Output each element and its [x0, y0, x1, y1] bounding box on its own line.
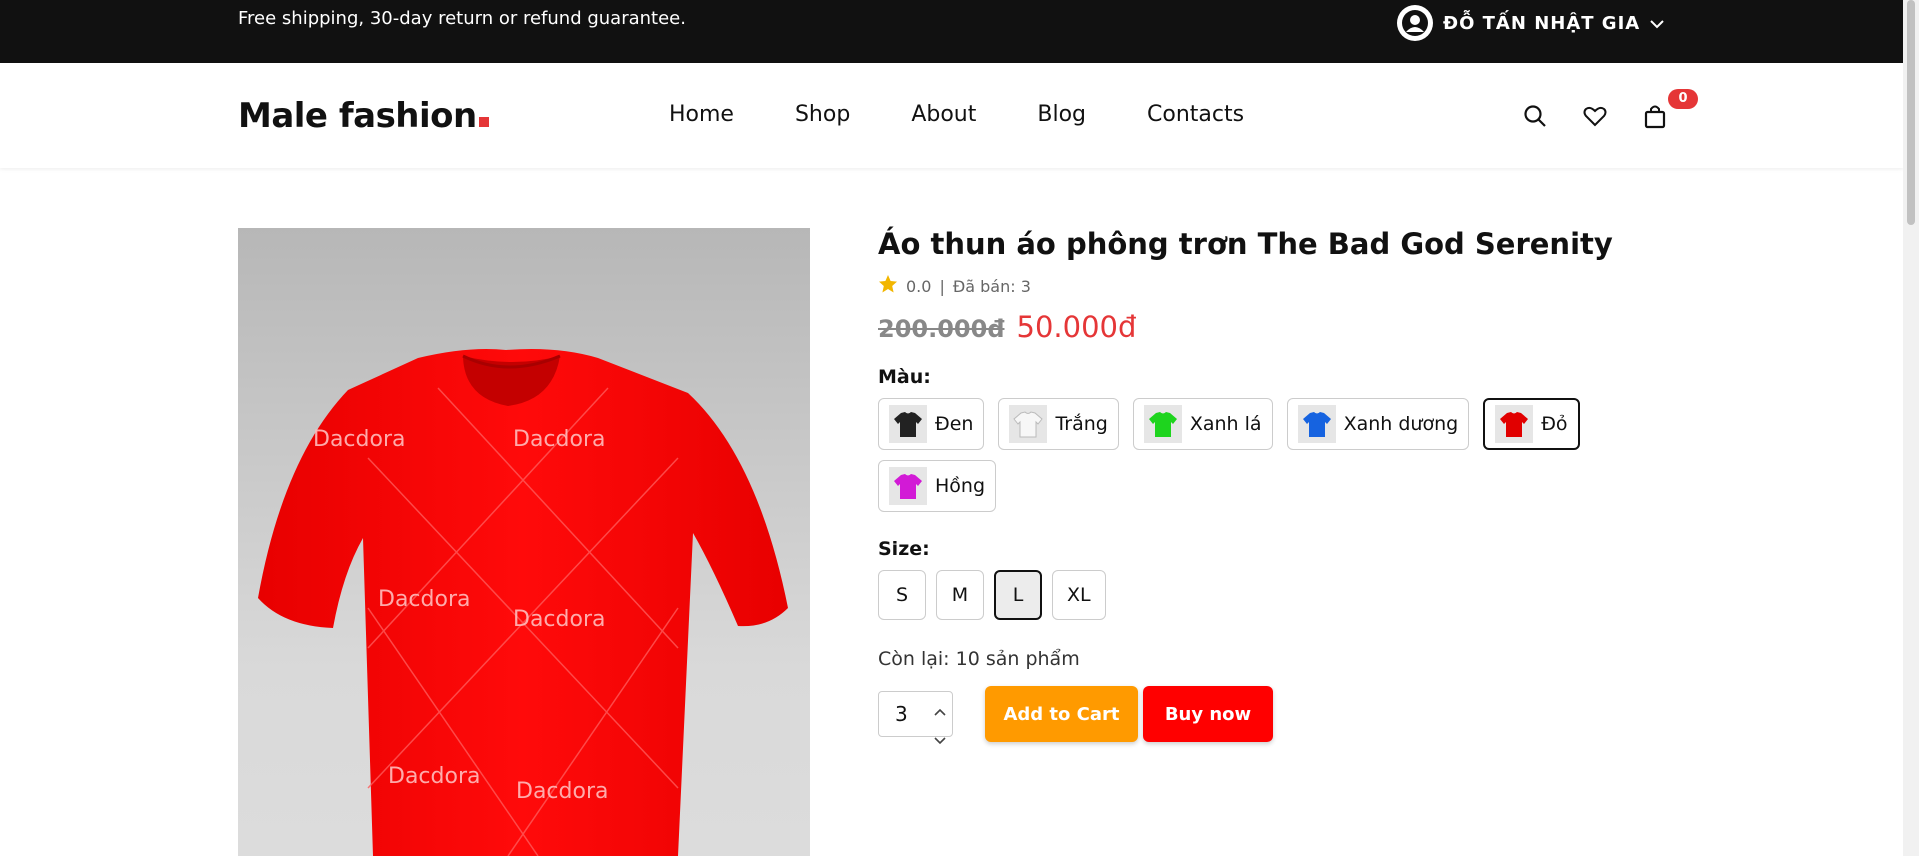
svg-text:Dacdora: Dacdora [516, 779, 608, 804]
nav-shop[interactable]: Shop [795, 101, 850, 129]
logo-dot [478, 117, 489, 127]
search-icon[interactable] [1522, 103, 1548, 129]
product-title: Áo thun áo phông trơn The Bad God Sereni… [878, 227, 1613, 261]
cart-icon[interactable]: 0 [1642, 89, 1698, 129]
size-label: Size: [878, 538, 930, 560]
svg-text:Dacdora: Dacdora [388, 764, 480, 789]
sale-price: 50.000đ [1016, 310, 1137, 344]
user-menu[interactable]: ĐỖ TẤN NHẬT GIA [1397, 5, 1664, 41]
size-options: S M L XL [878, 570, 1698, 620]
rating-value: 0.0 [906, 276, 932, 296]
color-name: Đen [935, 413, 974, 435]
cart-count-badge: 0 [1668, 89, 1698, 109]
logo-text: Male fashion [238, 96, 477, 136]
shirt-thumbnail-icon [1143, 405, 1182, 443]
shirt-thumbnail-icon [1009, 405, 1048, 443]
quantity-stepper[interactable]: 3 [878, 691, 953, 745]
color-option-hong[interactable]: Hồng [878, 460, 997, 512]
svg-text:Dacdora: Dacdora [513, 427, 605, 452]
product-image[interactable]: Dacdora Dacdora Dacdora Dacdora Dacdora … [238, 228, 810, 856]
quantity-spinner [934, 698, 946, 750]
price-row: 200.000đ 50.000đ [878, 310, 1698, 344]
main-nav: Home Shop About Blog Contacts [669, 101, 1305, 129]
color-options: Đen Trắng Xanh lá Xanh dương Đỏ Hồng [878, 398, 1618, 512]
sold-count: Đã bán: 3 [952, 276, 1031, 296]
purchase-row: 3 Add to Cart Buy now [878, 686, 1698, 745]
svg-text:Dacdora: Dacdora [313, 427, 405, 452]
star-icon [878, 274, 898, 298]
color-name: Đỏ [1541, 413, 1568, 435]
color-option-do[interactable]: Đỏ [1483, 398, 1580, 450]
user-avatar-icon [1397, 5, 1433, 41]
color-option-xanh-la[interactable]: Xanh lá [1132, 398, 1273, 450]
size-option-m[interactable]: M [936, 570, 984, 620]
nav-home[interactable]: Home [669, 101, 734, 129]
shirt-thumbnail-icon [1297, 405, 1336, 443]
heart-icon[interactable] [1582, 103, 1608, 129]
size-option-s[interactable]: S [878, 570, 926, 620]
nav-contacts[interactable]: Contacts [1147, 101, 1244, 129]
color-label: Màu: [878, 366, 931, 388]
color-option-xanh-duong[interactable]: Xanh dương [1286, 398, 1470, 450]
shipping-notice: Free shipping, 30-day return or refund g… [238, 8, 686, 29]
size-option-l[interactable]: L [994, 570, 1042, 620]
color-name: Hồng [935, 475, 986, 497]
scrollbar-thumb[interactable] [1907, 0, 1915, 225]
user-name: ĐỖ TẤN NHẬT GIA [1443, 12, 1641, 34]
size-option-xl[interactable]: XL [1052, 570, 1106, 620]
buy-now-button[interactable]: Buy now [1143, 686, 1273, 742]
color-option-den[interactable]: Đen [878, 398, 985, 450]
quantity-value: 3 [895, 702, 908, 726]
tshirt-illustration: Dacdora Dacdora Dacdora Dacdora Dacdora … [258, 349, 788, 856]
chevron-up-icon[interactable] [934, 698, 946, 722]
add-to-cart-button[interactable]: Add to Cart [985, 686, 1138, 742]
nav-about[interactable]: About [911, 101, 976, 129]
shirt-thumbnail-icon [889, 405, 927, 443]
svg-text:Dacdora: Dacdora [513, 607, 605, 632]
meta-separator: | [939, 276, 945, 296]
svg-text:Dacdora: Dacdora [378, 587, 470, 612]
product-meta: 0.0 | Đã bán: 3 [878, 274, 1698, 298]
chevron-down-icon [1650, 14, 1664, 33]
main-header: Male fashion Home Shop About Blog Contac… [0, 63, 1903, 168]
page-scrollbar[interactable] [1903, 0, 1919, 856]
shirt-thumbnail-icon [1495, 405, 1534, 443]
color-name: Xanh dương [1343, 413, 1459, 435]
nav-blog[interactable]: Blog [1037, 101, 1086, 129]
color-option-trang[interactable]: Trắng [998, 398, 1119, 450]
old-price: 200.000đ [878, 315, 1005, 343]
color-name: Trắng [1055, 413, 1108, 435]
header-icons: 0 [1522, 89, 1698, 129]
color-name: Xanh lá [1189, 413, 1262, 435]
top-bar: Free shipping, 30-day return or refund g… [0, 0, 1903, 63]
site-logo[interactable]: Male fashion [238, 96, 489, 136]
stock-remaining: Còn lại: 10 sản phẩm [878, 648, 1080, 670]
shirt-thumbnail-icon [889, 467, 927, 505]
product-details: Áo thun áo phông trơn The Bad God Sereni… [878, 226, 1698, 745]
chevron-down-icon[interactable] [934, 726, 946, 750]
